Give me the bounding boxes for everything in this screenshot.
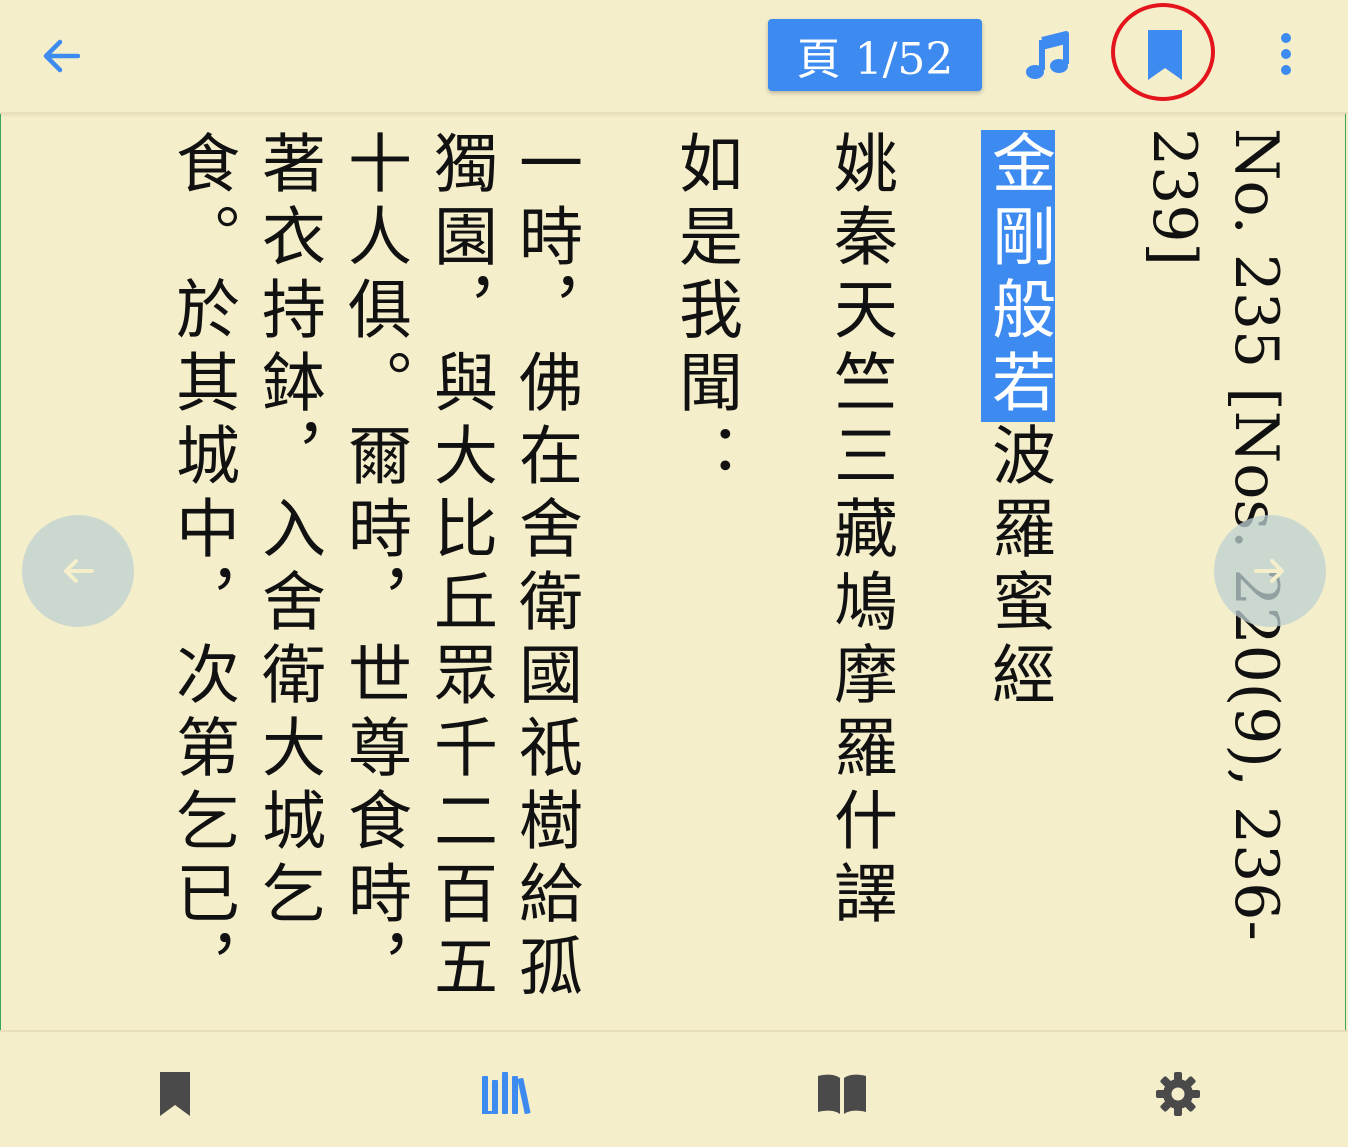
bottom-navigation [0, 1030, 1348, 1147]
gear-icon [1156, 1072, 1200, 1116]
open-book-icon [818, 1074, 866, 1114]
tab-bookmarks[interactable] [148, 1068, 204, 1120]
arrow-left-icon [43, 39, 81, 73]
title-highlight[interactable]: 金剛般若 [981, 130, 1055, 422]
paragraph-line: 著衣持鉢，入舍衛大城乞 [251, 130, 325, 933]
arrow-right-icon [1254, 559, 1284, 583]
more-options-button[interactable] [1266, 28, 1306, 84]
tab-reader[interactable] [814, 1068, 870, 1120]
library-icon [482, 1072, 531, 1115]
music-note-icon [1026, 31, 1069, 79]
paragraph-line: 十人俱。爾時，世尊食時， [337, 130, 411, 1006]
catalog-number-line-2: 239] [1139, 128, 1209, 266]
opening-line: 如是我聞： [668, 130, 742, 495]
bookmark-button[interactable] [1138, 26, 1192, 84]
arrow-left-icon [64, 559, 94, 583]
page-indicator-label: 頁 1/52 [796, 34, 954, 85]
page-indicator-button[interactable]: 頁 1/52 [768, 19, 982, 91]
more-vert-icon [1281, 33, 1291, 75]
next-page-button[interactable] [1214, 515, 1326, 627]
back-button[interactable] [38, 32, 86, 80]
paragraph-line: 食。於其城中，次第乞已， [165, 130, 239, 1006]
tab-library[interactable] [478, 1068, 534, 1120]
title-rest: 波羅蜜經 [981, 422, 1055, 714]
paragraph-line: 獨園，與大比丘眾千二百五 [423, 130, 497, 1006]
translator-line: 姚秦天竺三藏鳩摩羅什譯 [823, 130, 897, 933]
bookmark-icon [160, 1072, 190, 1116]
paragraph-line: 一時，佛在舍衛國祇樹給孤 [508, 130, 582, 1006]
bookmark-icon [1148, 30, 1182, 80]
top-toolbar: 頁 1/52 [0, 0, 1348, 114]
previous-page-button[interactable] [22, 515, 134, 627]
tab-settings[interactable] [1150, 1068, 1206, 1120]
sutra-title: 金剛般若波羅蜜經 [978, 130, 1058, 714]
music-button[interactable] [1020, 28, 1076, 84]
